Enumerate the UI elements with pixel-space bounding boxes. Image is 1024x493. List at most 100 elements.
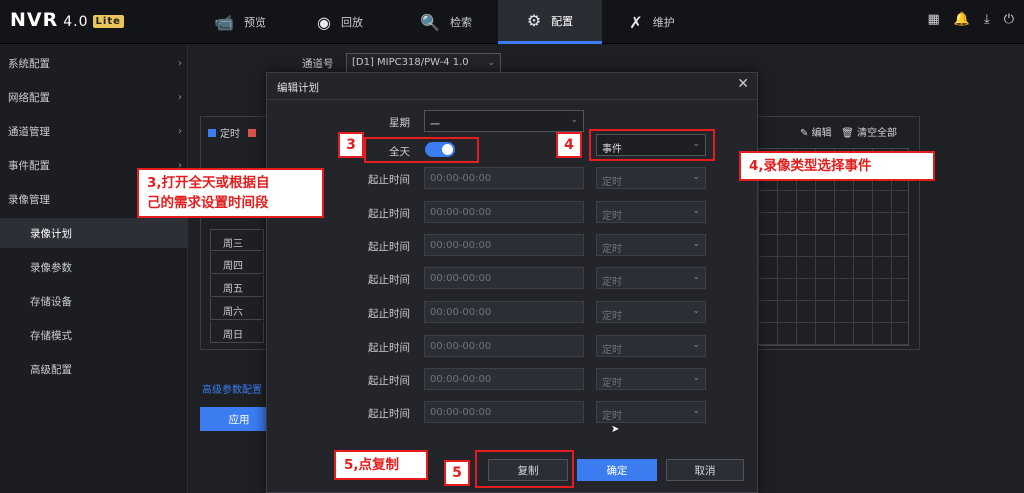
sidebar-item-storage-device[interactable]: 存储设备 — [0, 286, 188, 316]
title-divider — [267, 99, 757, 100]
sidebar-item-advanced[interactable]: 高级配置 — [0, 354, 188, 384]
nav-config-label: 配置 — [551, 14, 574, 28]
step-3-text-line1: 3,打开全天或根据自 — [147, 175, 270, 191]
sidebar-item-label: 录像计划 — [30, 227, 72, 240]
time-type-value: 定时 — [602, 411, 622, 422]
time-type-select[interactable]: 定时 ⌄ — [596, 301, 706, 323]
time-label: 起止时间 — [368, 274, 410, 286]
bell-icon[interactable]: 🔔 — [954, 12, 970, 27]
sidebar-item-label: 存储设备 — [30, 295, 72, 308]
time-type-select[interactable]: 定时 ⌄ — [596, 234, 706, 256]
step-4-callout: 4,录像类型选择事件 — [739, 151, 935, 181]
time-type-value: 定时 — [602, 345, 622, 356]
brand-logo: NVR 4.0 Lite — [10, 9, 124, 31]
highlight-copy — [475, 450, 574, 488]
sidebar-item-label: 录像参数 — [30, 261, 72, 274]
chevron-down-icon: ⌄ — [692, 340, 700, 350]
time-type-value: 定时 — [602, 277, 622, 288]
sidebar-item-record-schedule[interactable]: 录像计划 — [0, 218, 188, 248]
chevron-down-icon: ⌄ — [692, 239, 700, 249]
step-4-badge: 4 — [556, 132, 582, 158]
sidebar-item-network[interactable]: 网络配置 › — [0, 82, 188, 112]
time-type-select[interactable]: 定时 ⌄ — [596, 368, 706, 390]
power-icon[interactable]: ⏻ — [1004, 12, 1014, 27]
chevron-down-icon: ⌄ — [692, 373, 700, 383]
time-range-input[interactable]: 00:00-00:00 — [424, 167, 584, 189]
time-type-value: 定时 — [602, 244, 622, 255]
advanced-params-link[interactable]: 高级参数配置 — [202, 381, 262, 396]
mouse-cursor-icon: ➤ — [611, 424, 620, 435]
highlight-allday — [364, 137, 479, 163]
search-file-icon: 🔍 — [420, 12, 440, 32]
schedule-actions: ✎ 编辑 🗑 清空全部 — [800, 124, 897, 139]
day-row: 周四 — [210, 252, 264, 274]
chevron-right-icon: › — [178, 91, 182, 103]
sidebar-item-label: 高级配置 — [30, 363, 72, 376]
sidebar-item-label: 事件配置 — [8, 159, 50, 172]
time-label: 起止时间 — [368, 408, 410, 420]
camera-icon: 📹 — [214, 12, 234, 32]
brand-edition: Lite — [92, 15, 124, 28]
legend-timed-swatch — [208, 128, 216, 137]
time-range-input[interactable]: 00:00-00:00 — [424, 201, 584, 223]
nav-playback[interactable]: ◉ 回放 — [290, 0, 390, 44]
sidebar-item-label: 录像管理 — [8, 193, 50, 206]
step-3-callout: 3,打开全天或根据自 己的需求设置时间段 — [137, 168, 324, 218]
time-type-select[interactable]: 定时 ⌄ — [596, 267, 706, 289]
nav-preview[interactable]: 📹 预览 — [190, 0, 290, 44]
sidebar-item-storage-mode[interactable]: 存储模式 — [0, 320, 188, 350]
clear-all-link[interactable]: 清空全部 — [857, 128, 897, 139]
nav-config[interactable]: ⚙ 配置 — [498, 0, 602, 44]
week-value: 一 — [430, 120, 440, 131]
ok-button[interactable]: 确定 — [577, 459, 657, 481]
time-range-input[interactable]: 00:00-00:00 — [424, 401, 584, 423]
nav-search[interactable]: 🔍 检索 — [394, 0, 498, 44]
week-label: 星期 — [389, 117, 410, 129]
cancel-button[interactable]: 取消 — [666, 459, 744, 481]
chevron-down-icon: ⌄ — [570, 115, 578, 125]
time-type-value: 定时 — [602, 177, 622, 188]
nav-search-label: 检索 — [449, 16, 472, 29]
time-range-input[interactable]: 00:00-00:00 — [424, 234, 584, 256]
legend: 定时 — [208, 125, 256, 140]
time-type-value: 定时 — [602, 211, 622, 222]
sidebar-item-record-params[interactable]: 录像参数 — [0, 252, 188, 282]
nav-maintenance-label: 维护 — [652, 16, 675, 29]
sidebar-item-label: 网络配置 — [8, 91, 50, 104]
time-range-input[interactable]: 00:00-00:00 — [424, 301, 584, 323]
time-range-input[interactable]: 00:00-00:00 — [424, 368, 584, 390]
day-row: 周六 — [210, 298, 264, 320]
time-type-select[interactable]: 定时 ⌄ — [596, 401, 706, 423]
channel-select[interactable]: [D1] MIPC318/PW-4 1.0 ⌄ — [346, 53, 501, 73]
edit-link[interactable]: 编辑 — [812, 128, 832, 139]
time-range-input[interactable]: 00:00-00:00 — [424, 335, 584, 357]
trash-icon: 🗑 — [841, 128, 854, 139]
legend-timed-label: 定时 — [220, 129, 240, 140]
nav-maintenance[interactable]: ✗ 维护 — [604, 0, 700, 44]
time-type-value: 定时 — [602, 311, 622, 322]
gear-icon: ⚙ — [526, 11, 542, 30]
time-label: 起止时间 — [368, 342, 410, 354]
download-icon[interactable]: ⤓ — [984, 12, 990, 27]
step-3-badge: 3 — [338, 132, 364, 158]
time-range-input[interactable]: 00:00-00:00 — [424, 267, 584, 289]
chevron-down-icon: ⌄ — [487, 58, 495, 68]
time-label: 起止时间 — [368, 208, 410, 220]
step-5-callout: 5,点复制 — [334, 450, 428, 480]
chevron-down-icon: ⌄ — [692, 406, 700, 416]
time-type-select[interactable]: 定时 ⌄ — [596, 335, 706, 357]
sidebar-item-channel[interactable]: 通道管理 › — [0, 116, 188, 146]
time-type-value: 定时 — [602, 378, 622, 389]
legend-event-swatch — [248, 128, 256, 137]
time-type-select[interactable]: 定时 ⌄ — [596, 201, 706, 223]
close-icon[interactable]: ✕ — [737, 76, 749, 92]
week-select[interactable]: 一 ⌄ — [424, 110, 584, 132]
qrcode-icon[interactable]: ▦ — [927, 12, 939, 27]
chevron-down-icon: ⌄ — [692, 206, 700, 216]
sidebar-item-label: 系统配置 — [8, 57, 50, 70]
day-row: 周三 — [210, 229, 264, 251]
playback-icon: ◉ — [317, 12, 331, 32]
step-5-badge: 5 — [444, 460, 470, 486]
sidebar-item-system[interactable]: 系统配置 › — [0, 48, 188, 78]
time-type-select[interactable]: 定时 ⌄ — [596, 167, 706, 189]
